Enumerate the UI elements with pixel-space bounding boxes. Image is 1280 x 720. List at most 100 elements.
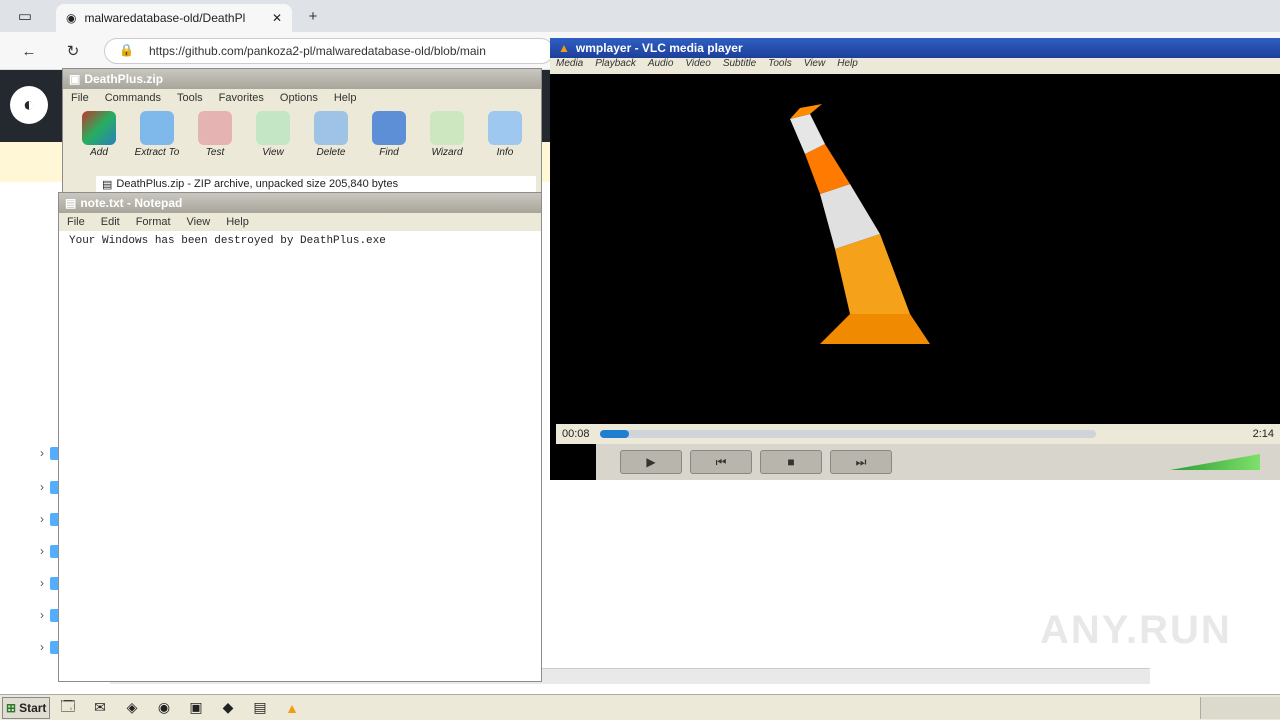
player-titlebar[interactable]: ▲ wmplayer - VLC media player — [550, 38, 1280, 58]
chevron-right-icon: › — [40, 446, 44, 460]
vlc-taskbar-icon[interactable]: ▲ — [278, 697, 306, 719]
vlc-cone-icon: ▲ — [558, 41, 570, 55]
seek-row: 00:08 2:14 — [556, 424, 1280, 444]
menu-item[interactable]: Edit — [101, 216, 120, 228]
menu-item[interactable]: File — [67, 216, 85, 228]
tool-label: View — [262, 147, 284, 158]
tab-actions-icon[interactable]: ▭ — [14, 5, 36, 27]
close-tab-icon[interactable]: ✕ — [272, 11, 282, 25]
quick-launch-icon[interactable]: ▤ — [246, 697, 274, 719]
info-icon — [488, 111, 522, 145]
menu-item[interactable]: Subtitle — [723, 58, 756, 74]
stop-button[interactable]: ■ — [760, 450, 822, 474]
new-tab-button[interactable]: + — [302, 5, 324, 27]
total-time: 2:14 — [1252, 428, 1274, 440]
tool-label: Wizard — [431, 147, 463, 158]
quick-launch-icon[interactable]: ◆ — [214, 697, 242, 719]
tool-label: Test — [205, 147, 225, 158]
menu-item[interactable]: Audio — [648, 58, 674, 74]
notepad-window: ▤ note.txt - Notepad File Edit Format Vi… — [58, 192, 542, 682]
archive-status: DeathPlus.zip - ZIP archive, unpacked si… — [116, 178, 399, 190]
delete-icon — [314, 111, 348, 145]
winrar-toolbar: Add Extract To Test View Delete Find Wiz… — [63, 107, 541, 162]
windows-logo-icon: ⊞ — [6, 700, 17, 715]
menu-item[interactable]: View — [187, 216, 211, 228]
quick-launch-icon[interactable]: ✉ — [86, 697, 114, 719]
wizard-button[interactable]: Wizard — [423, 111, 471, 158]
browser-tab[interactable]: ◉ malwaredatabase-old/DeathPl ✕ — [56, 4, 292, 32]
test-button[interactable]: Test — [191, 111, 239, 158]
menu-item[interactable]: Video — [685, 58, 710, 74]
winrar-title: DeathPlus.zip — [84, 72, 164, 86]
start-button[interactable]: ⊞ Start — [2, 696, 50, 719]
menu-item[interactable]: File — [71, 92, 89, 104]
volume-slider[interactable] — [1170, 454, 1260, 470]
add-button[interactable]: Add — [75, 111, 123, 158]
chevron-right-icon: › — [40, 512, 44, 526]
test-icon — [198, 111, 232, 145]
winrar-window: ▣ DeathPlus.zip File Commands Tools Favo… — [62, 68, 542, 193]
url-text: https://github.com/pankoza2-pl/malwareda… — [149, 44, 486, 58]
menu-item[interactable]: Help — [226, 216, 249, 228]
tool-label: Add — [90, 147, 108, 158]
previous-button[interactable]: ⏮ — [690, 450, 752, 474]
notepad-menubar: File Edit Format View Help — [59, 213, 541, 231]
quick-launch-icon[interactable]: ◉ — [150, 697, 178, 719]
menu-item[interactable]: Tools — [768, 58, 792, 74]
media-player-window: ▲ wmplayer - VLC media player Media Play… — [550, 38, 1280, 480]
quick-launch-icon[interactable]: 🗔 — [54, 697, 82, 719]
tool-label: Extract To — [134, 147, 180, 158]
menu-item[interactable]: Favorites — [219, 92, 264, 104]
winrar-titlebar[interactable]: ▣ DeathPlus.zip — [63, 69, 541, 89]
menu-item[interactable]: Tools — [177, 92, 203, 104]
info-button[interactable]: Info — [481, 111, 529, 158]
wizard-icon — [430, 111, 464, 145]
menu-item[interactable]: Help — [334, 92, 357, 104]
seek-fill — [599, 430, 630, 438]
play-button[interactable]: ▶ — [620, 450, 682, 474]
video-area[interactable] — [550, 74, 1280, 424]
chevron-right-icon: › — [40, 480, 44, 494]
view-icon — [256, 111, 290, 145]
menu-item[interactable]: View — [804, 58, 826, 74]
notepad-text-area[interactable]: Your Windows has been destroyed by Death… — [59, 231, 541, 251]
browser-tab-bar: ▭ ◉ malwaredatabase-old/DeathPl ✕ + — [0, 0, 1280, 32]
github-logo-icon[interactable]: ◐ — [10, 86, 48, 124]
winrar-menubar: File Commands Tools Favorites Options He… — [63, 89, 541, 107]
delete-button[interactable]: Delete — [307, 111, 355, 158]
menu-item[interactable]: Options — [280, 92, 318, 104]
menu-item[interactable]: Playback — [595, 58, 636, 74]
extract-folder-icon — [140, 111, 174, 145]
start-label: Start — [19, 700, 47, 715]
watermark: ANY.RUN — [1040, 608, 1232, 652]
tool-label: Info — [496, 147, 514, 158]
notepad-icon: ▤ — [65, 196, 77, 210]
menu-item[interactable]: Format — [136, 216, 171, 228]
menu-item[interactable]: Media — [556, 58, 583, 74]
find-icon — [372, 111, 406, 145]
url-input[interactable]: 🔒 https://github.com/pankoza2-pl/malware… — [104, 38, 554, 64]
quick-launch-icon[interactable]: ◈ — [118, 697, 146, 719]
quick-launch-icon[interactable]: ▣ — [182, 697, 210, 719]
taskbar: ⊞ Start 🗔 ✉ ◈ ◉ ▣ ◆ ▤ ▲ — [0, 694, 1280, 720]
player-controls: ▶ ⏮ ■ ⏭ — [596, 444, 1280, 480]
player-title: wmplayer - VLC media player — [575, 41, 743, 55]
refresh-icon[interactable]: ↻ — [62, 40, 84, 62]
seek-bar[interactable] — [599, 430, 1096, 438]
find-button[interactable]: Find — [365, 111, 413, 158]
elapsed-time: 00:08 — [562, 428, 590, 440]
view-button[interactable]: View — [249, 111, 297, 158]
winrar-icon: ▣ — [69, 72, 81, 86]
menu-item[interactable]: Help — [837, 58, 858, 74]
github-favicon-icon: ◉ — [66, 11, 77, 25]
menu-item[interactable]: Commands — [105, 92, 161, 104]
next-button[interactable]: ⏭ — [830, 450, 892, 474]
back-icon[interactable]: ← — [18, 40, 40, 62]
notepad-titlebar[interactable]: ▤ note.txt - Notepad — [59, 193, 541, 213]
winrar-path-bar[interactable]: ▤ DeathPlus.zip - ZIP archive, unpacked … — [96, 176, 536, 192]
notepad-title: note.txt - Notepad — [80, 196, 183, 210]
vlc-cone-logo-icon — [790, 104, 930, 344]
chevron-right-icon: › — [40, 544, 44, 558]
extract-button[interactable]: Extract To — [133, 111, 181, 158]
chevron-right-icon: › — [40, 576, 44, 590]
